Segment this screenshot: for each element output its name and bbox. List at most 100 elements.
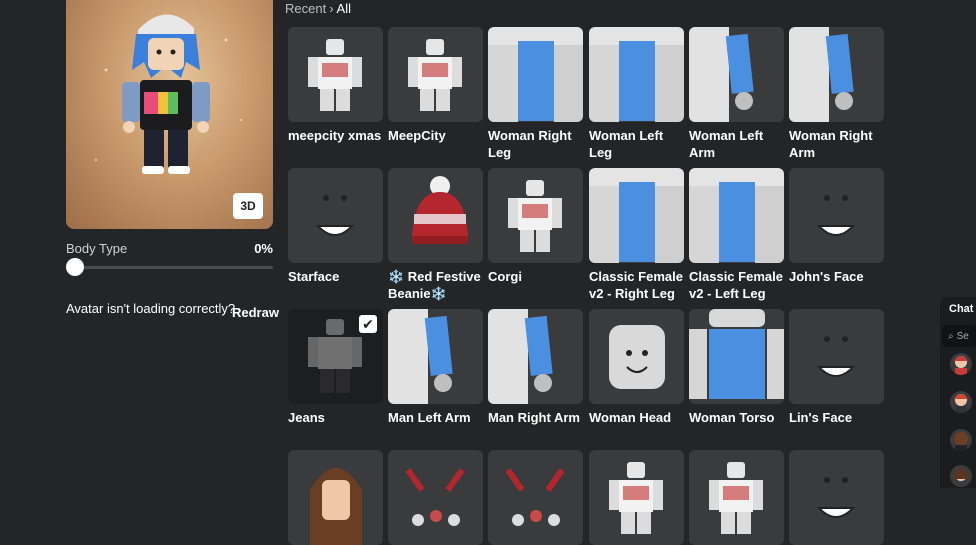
chat-friend-avatar[interactable] <box>950 353 972 375</box>
arm-icon <box>789 27 854 122</box>
shirt-figure-icon <box>408 39 462 111</box>
chevron-right-icon: › <box>329 1 334 16</box>
item-thumbnail[interactable] <box>589 168 684 263</box>
search-icon: ⌕ <box>948 330 954 342</box>
item-label: Woman Left Leg <box>589 128 664 160</box>
breadcrumb: Recent › All <box>285 1 351 16</box>
leg-icon <box>689 168 784 263</box>
item-thumbnail[interactable] <box>488 309 583 404</box>
3d-toggle-button[interactable]: 3D <box>233 193 263 219</box>
item-card[interactable] <box>689 450 784 545</box>
item-label: Lin's Face <box>789 410 853 425</box>
item-label: Man Left Arm <box>388 410 471 425</box>
item-thumbnail[interactable] <box>589 309 684 404</box>
item-thumbnail[interactable] <box>589 450 684 545</box>
arm-icon <box>488 309 553 404</box>
item-thumbnail[interactable] <box>689 168 784 263</box>
item-thumbnail[interactable] <box>589 27 684 122</box>
item-card[interactable]: Woman Right Arm <box>789 27 884 161</box>
chat-search-placeholder: Se <box>956 330 969 342</box>
item-label: Woman Right Arm <box>789 128 873 160</box>
item-card[interactable] <box>288 450 383 545</box>
chat-label[interactable]: Chat <box>949 303 973 315</box>
avatar-icon <box>954 356 968 375</box>
item-label: Woman Torso <box>689 410 775 425</box>
leg-icon <box>488 27 583 122</box>
item-card[interactable]: John's Face <box>789 168 884 285</box>
leg-icon <box>589 168 684 263</box>
item-label: MeepCity <box>388 128 446 143</box>
torso-icon <box>689 309 784 399</box>
item-thumbnail[interactable] <box>789 450 884 545</box>
chat-friend-avatar[interactable] <box>950 429 972 451</box>
item-card[interactable] <box>388 450 483 545</box>
item-label: Starface <box>288 269 340 284</box>
body-type-slider-track[interactable] <box>66 266 273 269</box>
item-thumbnail[interactable] <box>488 450 583 545</box>
chat-search-input[interactable]: ⌕ Se <box>942 325 976 347</box>
item-thumbnail[interactable] <box>388 168 483 263</box>
item-thumbnail[interactable] <box>288 450 383 545</box>
item-thumbnail[interactable] <box>689 309 784 404</box>
chat-friend-avatar[interactable] <box>950 465 972 487</box>
avatar-icon <box>954 432 968 451</box>
beanie-icon <box>412 176 468 244</box>
item-thumbnail[interactable] <box>789 168 884 263</box>
item-label: Corgi <box>488 269 522 284</box>
item-card[interactable] <box>488 450 583 545</box>
head-icon <box>609 325 665 389</box>
shirt-figure-icon <box>609 462 663 534</box>
item-card[interactable]: MeepCity <box>388 27 483 144</box>
item-card[interactable]: ✔ Jeans <box>288 309 383 426</box>
item-thumbnail[interactable] <box>488 168 583 263</box>
item-card[interactable]: Woman Torso <box>689 309 784 426</box>
item-thumbnail[interactable] <box>789 27 884 122</box>
item-card[interactable]: Woman Left Leg <box>589 27 684 161</box>
body-type-slider-thumb[interactable] <box>66 258 84 276</box>
item-thumbnail[interactable] <box>388 27 483 122</box>
face-icon <box>315 195 355 236</box>
item-card[interactable] <box>589 450 684 545</box>
item-thumbnail[interactable] <box>288 168 383 263</box>
item-card[interactable]: Woman Right Leg <box>488 27 583 161</box>
item-thumbnail[interactable] <box>689 450 784 545</box>
body-type-label: Body Type <box>66 241 128 256</box>
item-card[interactable]: Classic Female v2 - Left Leg <box>689 168 784 302</box>
item-label: Woman Left Arm <box>689 128 764 160</box>
hair-icon <box>310 468 362 545</box>
item-thumbnail[interactable] <box>288 27 383 122</box>
item-card[interactable]: Corgi <box>488 168 583 285</box>
avatar-preview[interactable]: 3D <box>66 0 273 229</box>
item-label: Classic Female v2 - Right Leg <box>589 269 683 301</box>
chat-friend-avatar[interactable] <box>950 391 972 413</box>
item-card[interactable]: Woman Left Arm <box>689 27 784 161</box>
item-thumbnail[interactable] <box>789 309 884 404</box>
checkmark-icon[interactable]: ✔ <box>359 315 377 333</box>
breadcrumb-all: All <box>336 1 351 16</box>
body-type-value: 0% <box>254 241 273 256</box>
item-thumbnail[interactable] <box>388 309 483 404</box>
item-thumbnail[interactable] <box>488 27 583 122</box>
breadcrumb-recent[interactable]: Recent <box>285 1 326 16</box>
accessory-icon <box>505 468 565 526</box>
shirt-figure-icon <box>709 462 763 534</box>
avatar-icon <box>954 468 968 481</box>
item-thumbnail[interactable]: ✔ <box>288 309 383 404</box>
accessory-icon <box>405 468 465 526</box>
item-thumbnail[interactable] <box>689 27 784 122</box>
redraw-button[interactable]: Redraw <box>232 305 279 320</box>
item-card[interactable] <box>789 450 884 545</box>
item-card[interactable]: ❄️ Red Festive Beanie❄️ <box>388 168 483 302</box>
item-card[interactable]: Starface <box>288 168 383 285</box>
item-card[interactable]: Man Left Arm <box>388 309 483 426</box>
item-card[interactable]: Classic Female v2 - Right Leg <box>589 168 684 302</box>
item-card[interactable]: meepcity xmas <box>288 27 383 144</box>
item-card[interactable]: Lin's Face <box>789 309 884 426</box>
item-card[interactable]: Woman Head <box>589 309 684 426</box>
item-card[interactable]: Man Right Arm <box>488 309 583 426</box>
face-icon <box>816 477 856 518</box>
item-label: Jeans <box>288 410 325 425</box>
shirt-figure-icon <box>508 180 562 252</box>
item-label: Classic Female v2 - Left Leg <box>689 269 783 301</box>
item-thumbnail[interactable] <box>388 450 483 545</box>
